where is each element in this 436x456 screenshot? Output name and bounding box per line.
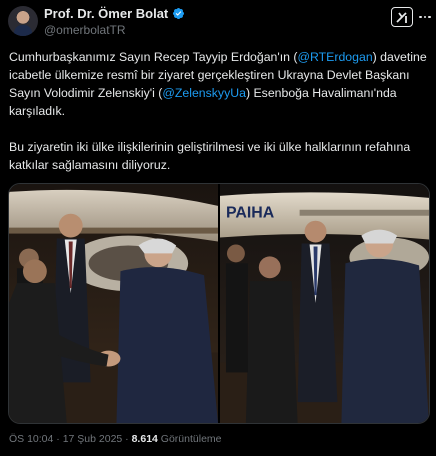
tweet-meta: ÖS 10:04 · 17 Şub 2025 · 8.614 Görüntüle…: [9, 433, 222, 445]
media-grid: PAIHA: [8, 183, 430, 424]
tweet-text-paragraph-1: Cumhurbaşkanımız Sayın Recep Tayyip Erdo…: [9, 48, 429, 120]
plane-text: PAIHA: [226, 205, 275, 222]
photo-2-image: PAIHA: [220, 184, 429, 423]
more-button[interactable]: [418, 8, 432, 26]
author-name-row: Prof. Dr. Ömer Bolat: [44, 6, 185, 21]
grok-icon: [396, 11, 407, 23]
mention-link-zelenskyyua[interactable]: @ZelenskyyUa: [162, 86, 246, 100]
timestamp[interactable]: ÖS 10:04 · 17 Şub 2025 ·: [9, 433, 132, 445]
photo-2[interactable]: PAIHA: [220, 184, 429, 423]
verified-badge-icon: [173, 7, 185, 20]
mention-link-rterdogan[interactable]: @RTErdogan: [298, 50, 373, 64]
views-label: Görüntüleme: [157, 433, 222, 445]
avatar[interactable]: [8, 6, 38, 36]
photo-1[interactable]: [9, 184, 218, 423]
tweet-text-paragraph-2: Bu ziyaretin iki ülke ilişkilerinin geli…: [9, 140, 411, 172]
tweet-text-segment: Cumhurbaşkanımız Sayın Recep Tayyip Erdo…: [9, 50, 298, 64]
views-count: 8.614: [131, 433, 158, 445]
photo-1-image: [9, 184, 218, 423]
more-dots-icon: [419, 15, 431, 19]
author-display-name[interactable]: Prof. Dr. Ömer Bolat: [44, 6, 168, 21]
tweet: Prof. Dr. Ömer Bolat @omerbolatTR Cumhur…: [0, 0, 436, 456]
grok-button[interactable]: [391, 7, 413, 27]
author-handle[interactable]: @omerbolatTR: [44, 23, 126, 37]
